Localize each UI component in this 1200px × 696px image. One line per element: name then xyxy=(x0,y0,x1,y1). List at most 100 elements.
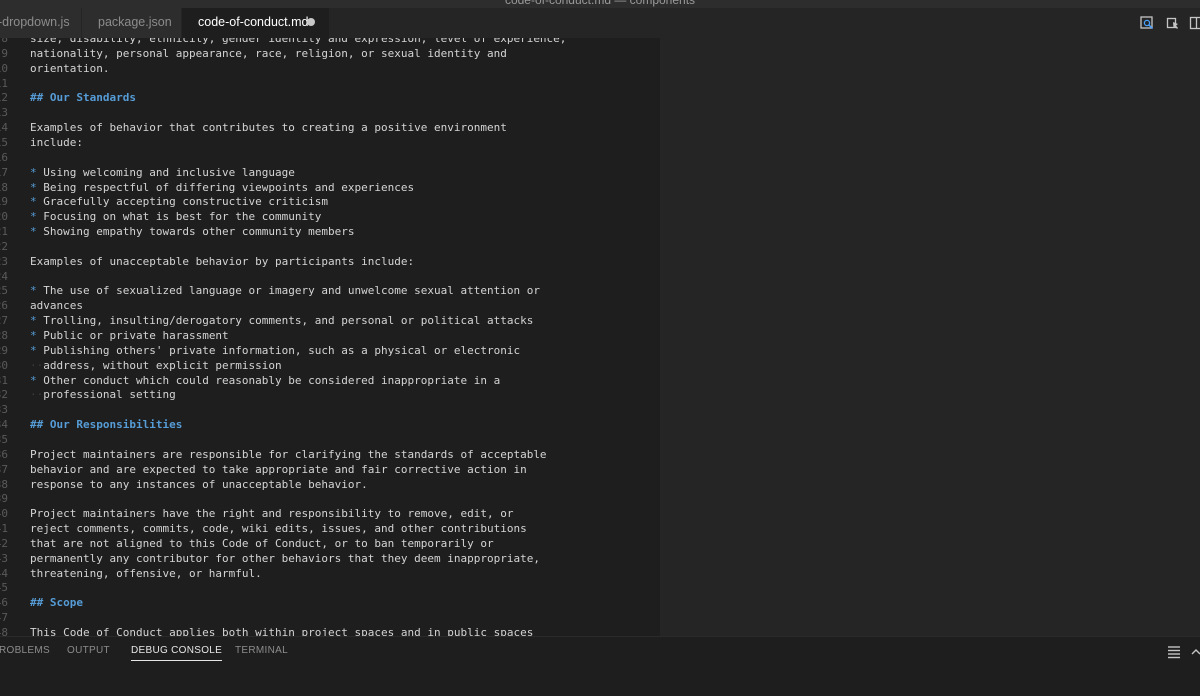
line-number: 43 xyxy=(0,551,8,565)
code-line[interactable]: 44 threatening, offensive, or harmful. xyxy=(0,567,660,582)
tab-dropdown-js[interactable]: -dropdown.js xyxy=(0,8,82,38)
whitespace-marker: ·· xyxy=(30,388,44,402)
line-number: 47 xyxy=(0,611,8,625)
markdown-heading: ## Scope xyxy=(30,596,83,610)
line-number: 21 xyxy=(0,225,8,239)
line-number: 15 xyxy=(0,135,8,149)
debug-console-body[interactable] xyxy=(0,666,1200,696)
code-line[interactable]: 13 xyxy=(0,106,660,121)
tab-output[interactable]: OUTPUT xyxy=(67,645,110,656)
editor-pane[interactable]: 8 size, disability, ethnicity, gender ide… xyxy=(0,38,660,636)
code-line[interactable]: 36 Project maintainers are responsible fo… xyxy=(0,448,660,463)
code-line[interactable]: 20 * Focusing on what is best for the com… xyxy=(0,210,660,225)
line-number: 30 xyxy=(0,358,8,372)
list-item-continuation: ··address, without explicit permission xyxy=(30,359,282,374)
line-number: 37 xyxy=(0,462,8,476)
code-line[interactable]: 40 Project maintainers have the right and… xyxy=(0,507,660,522)
whitespace-marker: ·· xyxy=(30,358,44,372)
markdown-heading: ## Our Standards xyxy=(30,91,136,105)
tab-debug-console[interactable]: DEBUG CONSOLE xyxy=(131,645,223,661)
line-text: threatening, offensive, or harmful. xyxy=(30,566,262,580)
code-line[interactable]: 16 xyxy=(0,151,660,166)
line-text: Examples of behavior that contributes to… xyxy=(30,121,507,135)
code-line[interactable]: 46 ## Scope xyxy=(0,596,660,611)
code-line[interactable]: 45 xyxy=(0,581,660,596)
code-line[interactable]: 8 size, disability, ethnicity, gender ide… xyxy=(0,38,660,47)
code-line[interactable]: 10 orientation. xyxy=(0,62,660,77)
line-number: 40 xyxy=(0,507,8,521)
code-line[interactable]: 33 xyxy=(0,403,660,418)
second-editor-group[interactable] xyxy=(660,38,1200,636)
tab-label: -dropdown.js xyxy=(0,15,70,29)
line-text: Using welcoming and inclusive language xyxy=(43,165,295,179)
code-line[interactable]: 35 xyxy=(0,433,660,448)
split-editor-icon[interactable] xyxy=(1189,15,1200,31)
code-line[interactable]: 31 * Other conduct which could reasonably… xyxy=(0,374,660,389)
code-line[interactable]: 38 response to any instances of unaccepta… xyxy=(0,478,660,493)
tab-package-json[interactable]: package.json xyxy=(82,8,182,38)
line-number: 12 xyxy=(0,91,8,105)
code-line[interactable]: 26 advances xyxy=(0,299,660,314)
line-number: 10 xyxy=(0,61,8,75)
line-text: address, without explicit permission xyxy=(43,358,282,372)
list-item-text: * The use of sexualized language or imag… xyxy=(30,284,540,299)
code-line[interactable]: 27 * Trolling, insulting/derogatory comme… xyxy=(0,314,660,329)
tab-terminal[interactable]: TERMINAL xyxy=(235,645,288,656)
code-line[interactable]: 39 xyxy=(0,492,660,507)
line-text: Publishing others' private information, … xyxy=(43,343,521,357)
code-line[interactable]: 43 permanently any contributor for other … xyxy=(0,552,660,567)
code-line[interactable]: 22 xyxy=(0,240,660,255)
bullet-marker: * xyxy=(30,225,44,239)
bullet-marker: * xyxy=(30,329,44,342)
code-line[interactable]: 32 ··professional setting xyxy=(0,388,660,403)
code-line[interactable]: 34 ## Our Responsibilities xyxy=(0,418,660,433)
bullet-marker: * xyxy=(30,314,44,328)
code-line[interactable]: 11 xyxy=(0,77,660,92)
list-item-text: * Gracefully accepting constructive crit… xyxy=(30,195,328,210)
clear-console-icon[interactable] xyxy=(1167,645,1181,659)
code-line[interactable]: 41 reject comments, commits, code, wiki e… xyxy=(0,522,660,537)
code-line[interactable]: 29 * Publishing others' private informati… xyxy=(0,344,660,359)
line-text: Gracefully accepting constructive critic… xyxy=(43,195,329,209)
maximize-panel-icon[interactable] xyxy=(1190,645,1200,659)
code-line[interactable]: 25 * The use of sexualized language or im… xyxy=(0,284,660,299)
list-item-text: * Focusing on what is best for the commu… xyxy=(30,210,321,225)
code-line[interactable]: 19 * Gracefully accepting constructive cr… xyxy=(0,195,660,210)
window-titlebar: code-of-conduct.md — components xyxy=(0,0,1200,8)
code-line[interactable]: 23 Examples of unacceptable behavior by p… xyxy=(0,255,660,270)
code-line[interactable]: 42 that are not aligned to this Code of C… xyxy=(0,537,660,552)
line-number: 23 xyxy=(0,254,8,268)
line-text: include: xyxy=(30,135,83,149)
line-text: professional setting xyxy=(43,388,176,402)
open-changes-icon[interactable] xyxy=(1139,15,1155,31)
line-text: Examples of unacceptable behavior by par… xyxy=(30,254,415,268)
line-text: The use of sexualized language or imager… xyxy=(43,284,540,298)
code-line[interactable]: 21 * Showing empathy towards other commun… xyxy=(0,225,660,240)
line-text: permanently any contributor for other be… xyxy=(30,551,540,565)
line-number: 42 xyxy=(0,536,8,550)
code-line[interactable]: 14 Examples of behavior that contributes … xyxy=(0,121,660,136)
code-line[interactable]: 28 * Public or private harassment xyxy=(0,329,660,344)
tab-problems[interactable]: PROBLEMS xyxy=(0,645,50,656)
tab-code-of-conduct-md[interactable]: code-of-conduct.md xyxy=(182,8,330,38)
preview-icon[interactable] xyxy=(1165,15,1181,31)
bullet-marker: * xyxy=(30,373,44,387)
code-line[interactable]: 15 include: xyxy=(0,136,660,151)
bullet-marker: * xyxy=(30,180,44,194)
line-text: Project maintainers have the right and r… xyxy=(30,507,514,521)
markdown-heading: ## Our Responsibilities xyxy=(30,418,183,432)
code-line[interactable]: 17 * Using welcoming and inclusive langua… xyxy=(0,166,660,181)
code-line[interactable]: 30 ··address, without explicit permission xyxy=(0,359,660,374)
list-item-text: * Trolling, insulting/derogatory comment… xyxy=(30,314,533,329)
unsaved-dot-icon[interactable] xyxy=(307,18,315,26)
code-line[interactable]: 9 nationality, personal appearance, race,… xyxy=(0,47,660,62)
code-line[interactable]: 48 This Code of Conduct applies both with… xyxy=(0,626,660,636)
line-text: Other conduct which could reasonably be … xyxy=(43,373,501,387)
code-line[interactable]: 24 xyxy=(0,270,660,285)
bullet-marker: * xyxy=(30,165,44,179)
code-line[interactable]: 12 ## Our Standards xyxy=(0,91,660,106)
code-line[interactable]: 47 xyxy=(0,611,660,626)
code-line[interactable]: 37 behavior and are expected to take appr… xyxy=(0,463,660,478)
line-number: 35 xyxy=(0,432,8,446)
code-line[interactable]: 18 * Being respectful of differing viewpo… xyxy=(0,181,660,196)
